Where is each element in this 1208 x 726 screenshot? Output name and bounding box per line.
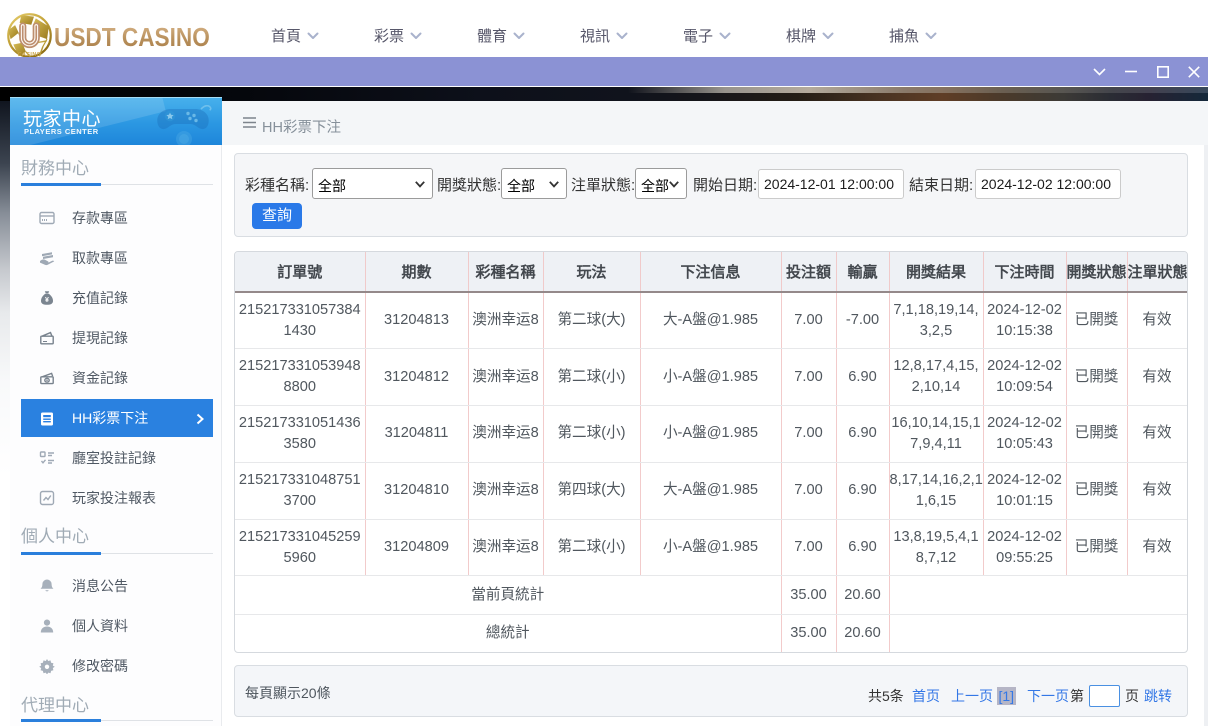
svg-text:¥: ¥ xyxy=(45,297,49,304)
